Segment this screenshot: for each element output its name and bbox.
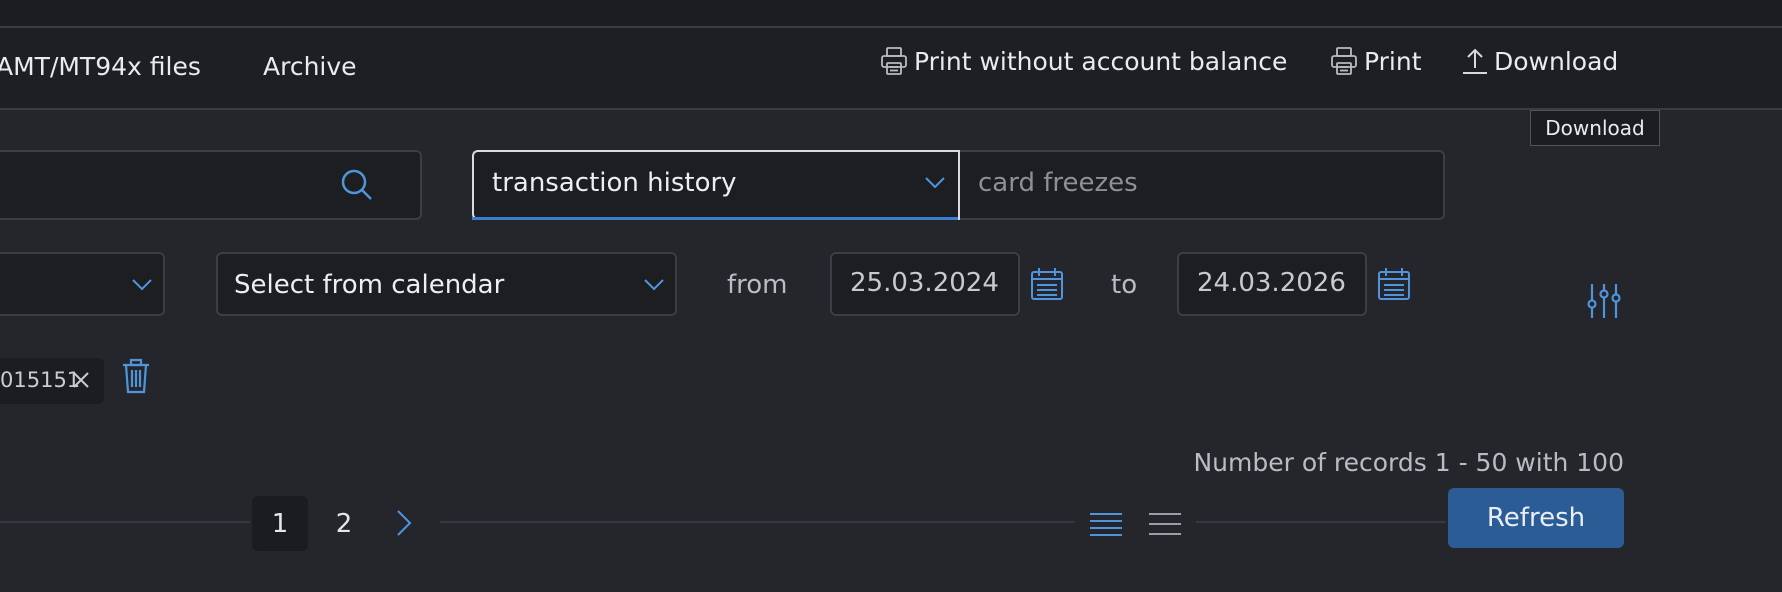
from-date-value: 25.03.2024 [850, 268, 999, 298]
chevron-right-icon[interactable] [395, 509, 413, 541]
filter-sliders-icon[interactable] [1586, 282, 1622, 324]
printer-icon [1330, 46, 1358, 76]
page-1-button[interactable]: 1 [252, 496, 308, 551]
upload-arrow-icon [1462, 46, 1488, 76]
divider-line [1196, 521, 1446, 523]
trash-icon[interactable] [121, 358, 151, 398]
to-label: to [1111, 270, 1138, 300]
divider-line [440, 521, 1075, 523]
chevron-down-icon[interactable] [924, 175, 946, 194]
print-without-balance-label: Print without account balance [914, 46, 1288, 76]
calendar-select-value: Select from calendar [234, 270, 505, 300]
list-view-icon[interactable] [1148, 511, 1182, 543]
download-label: Download [1494, 46, 1619, 76]
filter-query-input[interactable]: card freezes [978, 168, 1138, 198]
filter-type-value: transaction history [492, 168, 737, 198]
printer-icon [880, 46, 908, 76]
calendar-icon[interactable] [1030, 266, 1064, 306]
download-button[interactable]: Download [1462, 46, 1618, 76]
close-icon[interactable] [72, 371, 90, 393]
print-button[interactable]: Print [1330, 46, 1422, 76]
refresh-button[interactable]: Refresh [1448, 488, 1624, 548]
download-tooltip: Download [1530, 110, 1660, 146]
print-without-balance-button[interactable]: Print without account balance [880, 46, 1287, 76]
tag-chip-label: 015151 [0, 368, 81, 392]
chevron-down-icon[interactable] [131, 277, 153, 296]
records-count: Number of records 1 - 50 with 100 [1193, 448, 1624, 477]
chevron-down-icon[interactable] [643, 277, 665, 296]
page-2-button[interactable]: 2 [316, 496, 372, 551]
tab-archive[interactable]: Archive [263, 52, 357, 81]
search-icon[interactable] [340, 168, 374, 206]
to-date-value: 24.03.2026 [1197, 268, 1346, 298]
divider-line [0, 521, 250, 523]
tab-amt-files[interactable]: AMT/MT94x files [0, 52, 201, 81]
combo-divider [958, 150, 960, 220]
top-strip [0, 0, 1782, 28]
from-label: from [727, 270, 788, 300]
list-view-dense-icon[interactable] [1089, 511, 1123, 543]
calendar-icon[interactable] [1377, 266, 1411, 306]
print-label: Print [1364, 46, 1422, 76]
